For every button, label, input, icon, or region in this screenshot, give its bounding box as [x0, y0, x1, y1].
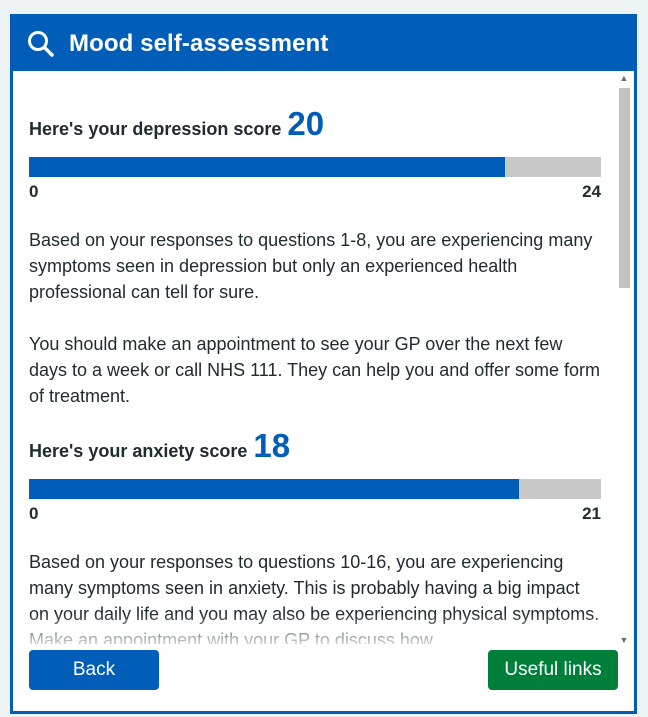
widget-header: Mood self-assessment: [13, 17, 634, 71]
widget-footer: Back Useful links: [13, 644, 634, 711]
back-button[interactable]: Back: [29, 650, 159, 690]
anxiety-score-label: Here's your anxiety score: [29, 441, 248, 461]
search-icon: [28, 31, 54, 57]
depression-score-bar: [29, 157, 601, 177]
depression-score-value: 20: [287, 105, 325, 142]
anxiety-score-bar: [29, 479, 601, 499]
scroll-up-arrow-icon[interactable]: ▲: [617, 71, 631, 85]
scrollbar[interactable]: ▲ ▼: [617, 71, 631, 647]
depression-max: 24: [582, 182, 601, 201]
depression-score-heading: Here's your depression score 20: [29, 105, 601, 143]
widget-title: Mood self-assessment: [69, 30, 329, 57]
anxiety-score-heading: Here's your anxiety score 18: [29, 427, 601, 465]
depression-result-text: Based on your responses to questions 1-8…: [29, 230, 593, 302]
depression-score-range: 0 24: [29, 182, 601, 202]
depression-score-fill: [29, 157, 506, 177]
mood-assessment-widget: Mood self-assessment Here's your depress…: [10, 14, 637, 714]
anxiety-result-text: Based on your responses to questions 10-…: [29, 552, 600, 647]
anxiety-score-fill: [29, 479, 520, 499]
scrollbar-thumb[interactable]: [619, 88, 630, 288]
anxiety-min: 0: [29, 504, 39, 523]
anxiety-max: 21: [582, 504, 601, 523]
anxiety-score-value: 18: [253, 427, 291, 464]
anxiety-score-range: 0 21: [29, 504, 601, 524]
depression-advice-text: You should make an appointment to see yo…: [29, 334, 600, 406]
results-content[interactable]: Here's your depression score 20 0 24 Bas…: [13, 71, 618, 647]
useful-links-button[interactable]: Useful links: [488, 650, 618, 690]
depression-min: 0: [29, 182, 39, 201]
depression-score-label: Here's your depression score: [29, 119, 282, 139]
